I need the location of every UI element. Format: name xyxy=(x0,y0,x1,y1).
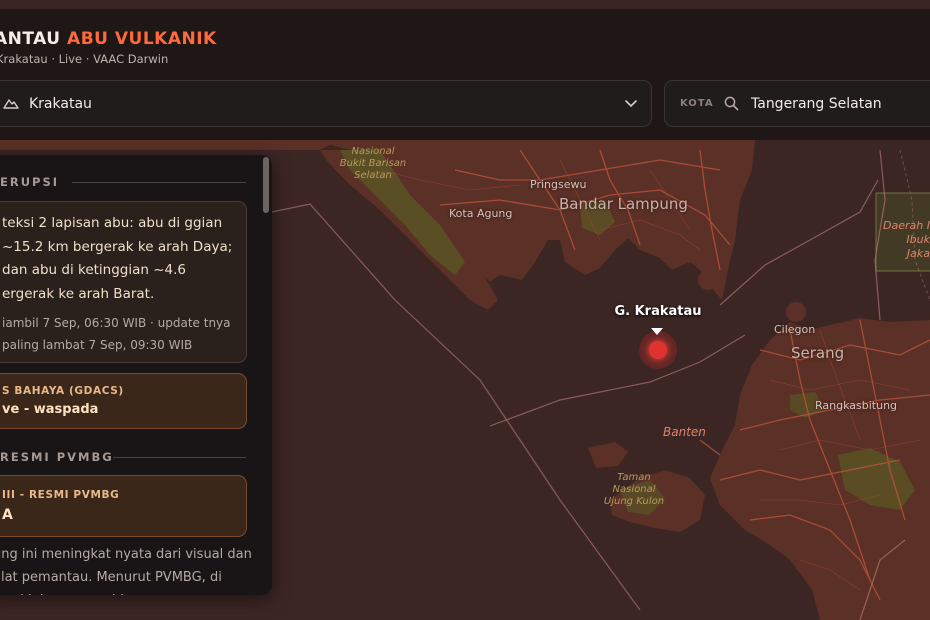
city-search-tag: KOTA xyxy=(680,98,714,109)
volcano-select-value: Krakatau xyxy=(29,96,92,112)
pvmbg-status-card: III - RESMI PVMBG A xyxy=(0,475,247,537)
gdacs-status-value: ve - waspada xyxy=(2,402,99,417)
section-divider xyxy=(72,182,246,183)
app-subtitle: Krakatau · Live · VAAC Darwin xyxy=(0,52,169,66)
pvmbg-status-title: III - RESMI PVMBG xyxy=(2,489,120,501)
app-title-main: ANTAU xyxy=(0,29,61,49)
eruption-text: teksi 2 lapisan abu: abu di ggian ~15.2 … xyxy=(2,215,233,302)
app-title-accent: ABU VULKANIK xyxy=(67,29,217,49)
city-search-input[interactable] xyxy=(751,93,930,115)
eruption-card: teksi 2 lapisan abu: abu di ggian ~15.2 … xyxy=(0,201,247,363)
volcano-select[interactable]: Krakatau xyxy=(0,80,652,127)
city-search-box[interactable]: KOTA xyxy=(664,80,930,127)
pvmbg-status-value: A xyxy=(2,507,13,523)
volcano-map-label: G. Krakatau xyxy=(614,304,702,319)
section-divider xyxy=(113,457,246,458)
gdacs-status-card: S BAHAYA (GDACS) ve - waspada xyxy=(0,373,247,429)
volcano-marker-dot[interactable] xyxy=(649,341,667,359)
section-heading-pvmbg: RESMI PVMBG xyxy=(0,450,114,464)
search-icon xyxy=(724,96,739,111)
volcano-marker[interactable] xyxy=(639,331,677,369)
gdacs-status-title: S BAHAYA (GDACS) xyxy=(2,385,124,397)
top-strip xyxy=(0,0,930,9)
eruption-meta: iambil 7 Sep, 06:30 WIB · update tnya pa… xyxy=(2,316,231,352)
panel-scrollbar[interactable] xyxy=(263,157,269,213)
mountain-icon xyxy=(3,99,19,109)
top-bar: ANTAU ABU VULKANIK Krakatau · Live · VAA… xyxy=(0,0,930,140)
app-title: ANTAU ABU VULKANIK xyxy=(0,29,217,49)
chevron-down-icon[interactable] xyxy=(625,98,637,108)
info-panel[interactable]: ERUPSI teksi 2 lapisan abu: abu di ggian… xyxy=(0,155,272,595)
pvmbg-description: ung ini meningkat nyata dari visual dan … xyxy=(0,547,252,595)
section-heading-eruption: ERUPSI xyxy=(0,175,60,189)
volcano-caret-icon xyxy=(651,328,663,335)
